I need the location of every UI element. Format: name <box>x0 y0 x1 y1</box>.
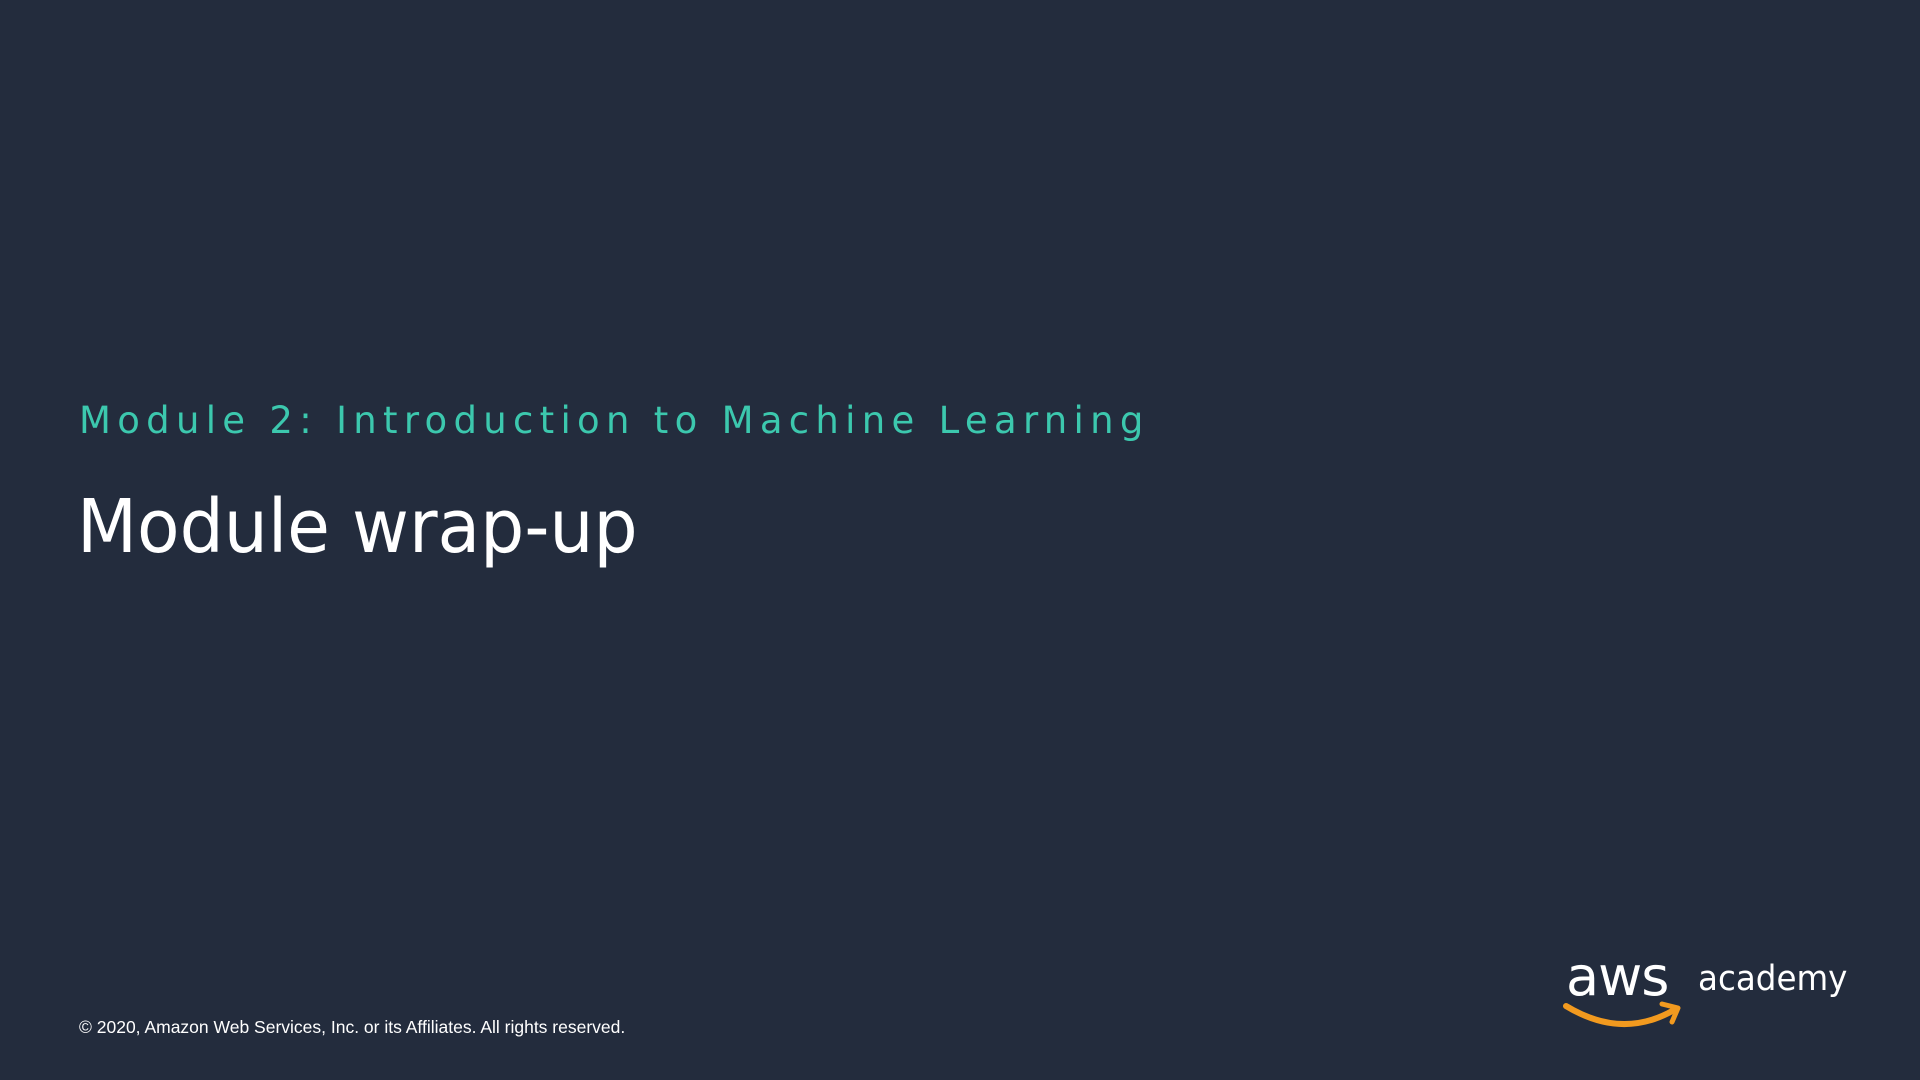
aws-logo-text: aws <box>1566 945 1669 1008</box>
aws-academy-logo: aws academy <box>1560 950 1860 1036</box>
academy-logo-text: academy <box>1698 959 1848 999</box>
aws-smile-icon <box>1563 1001 1681 1028</box>
slide-title: Module wrap-up <box>77 484 638 570</box>
slide: Module 2: Introduction to Machine Learni… <box>0 0 1920 1080</box>
copyright-notice: © 2020, Amazon Web Services, Inc. or its… <box>79 1017 626 1037</box>
module-label: Module 2: Introduction to Machine Learni… <box>79 399 1150 442</box>
